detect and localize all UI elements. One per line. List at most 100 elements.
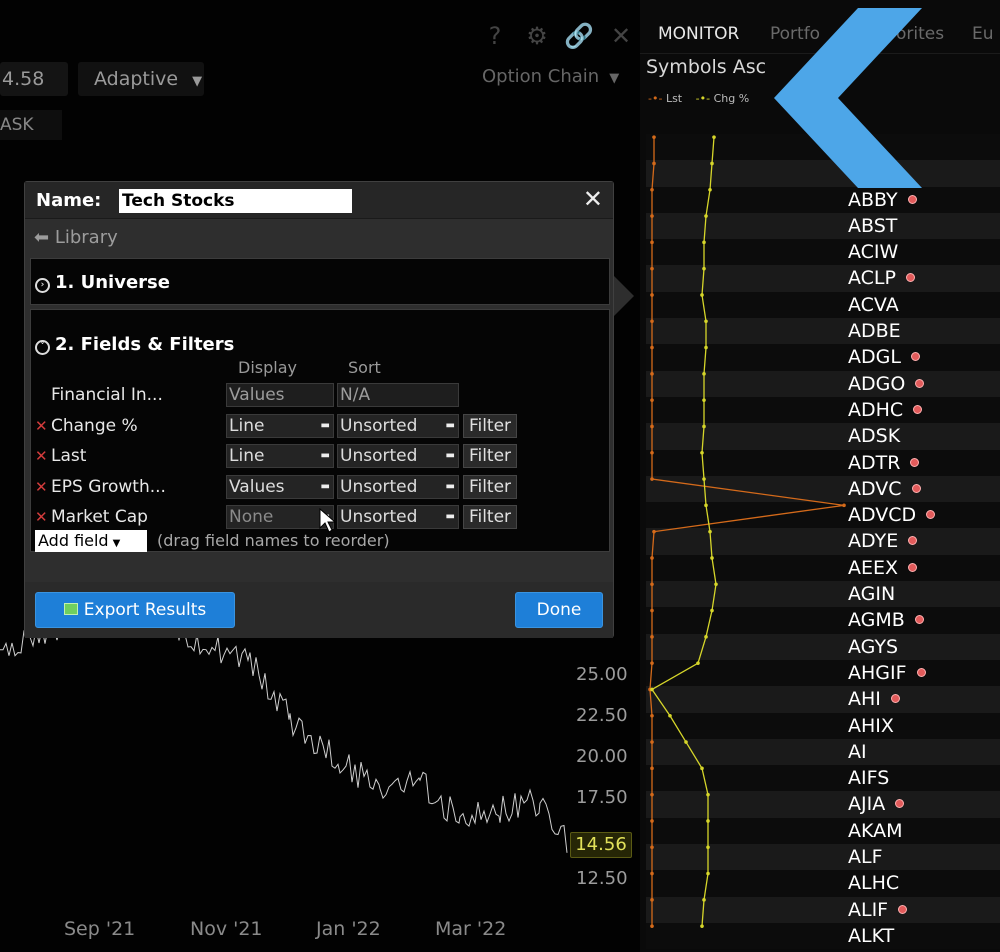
change-series-line-point bbox=[710, 161, 714, 166]
display-value: None bbox=[229, 507, 274, 527]
chevron-down-icon: ▬ bbox=[320, 450, 330, 461]
last-series-line-point bbox=[650, 819, 654, 823]
chevron-down-icon: ▬ bbox=[445, 480, 455, 492]
change-series-line-point bbox=[684, 740, 688, 744]
y-tick: 22.50 bbox=[576, 705, 628, 726]
add-field-label: Add field bbox=[38, 531, 109, 550]
remove-field-icon[interactable]: ✕ bbox=[35, 508, 48, 526]
last-series-line-point bbox=[650, 792, 654, 797]
field-row[interactable]: Financial In... Values N/A bbox=[31, 383, 611, 409]
y-tick: 17.50 bbox=[576, 787, 628, 808]
back-arrow-icon: ⬅ bbox=[34, 227, 50, 248]
change-series-line-point bbox=[702, 266, 706, 271]
last-series-line-point bbox=[842, 503, 846, 508]
sort-column-header: Sort bbox=[348, 358, 381, 377]
last-series-line-point bbox=[650, 740, 654, 744]
last-series-line-point bbox=[650, 214, 654, 218]
change-series-line-point bbox=[702, 477, 706, 481]
mouse-cursor-icon bbox=[319, 508, 337, 533]
change-series-line-point bbox=[702, 898, 706, 902]
filter-button[interactable]: Filter bbox=[463, 505, 517, 529]
field-name: Last bbox=[51, 446, 87, 466]
change-series-line-point bbox=[706, 871, 710, 876]
change-series-line-point bbox=[710, 556, 714, 560]
add-field-dropdown[interactable]: Add field ▼ bbox=[35, 530, 147, 552]
chevron-down-icon: ▼ bbox=[112, 538, 121, 549]
display-value: Values bbox=[229, 476, 285, 497]
change-series-line-point bbox=[700, 450, 704, 455]
remove-field-icon[interactable]: ✕ bbox=[35, 447, 48, 465]
help-icon[interactable]: ? bbox=[480, 22, 510, 50]
field-row[interactable]: ✕ EPS Growth... Values ▬ Unsorted ▬ Filter bbox=[31, 474, 611, 501]
last-series-line-point bbox=[650, 608, 654, 613]
universe-section[interactable]: › 1. Universe bbox=[30, 258, 610, 305]
filter-button[interactable]: Filter bbox=[463, 474, 517, 499]
remove-field-icon[interactable]: ✕ bbox=[35, 478, 48, 496]
remove-field-icon[interactable]: ✕ bbox=[35, 417, 48, 435]
section-title[interactable]: ˅ 2. Fields & Filters bbox=[35, 334, 234, 355]
change-series-line-point bbox=[696, 661, 700, 665]
close-icon[interactable]: ✕ bbox=[583, 185, 603, 213]
sort-select[interactable]: Unsorted ▬ bbox=[337, 413, 459, 438]
last-series-line-point bbox=[652, 529, 656, 534]
field-name: Change % bbox=[51, 415, 138, 436]
back-arrow-icon bbox=[774, 8, 922, 188]
ask-field[interactable]: ASK bbox=[0, 110, 62, 140]
change-series-line-point bbox=[704, 345, 708, 350]
change-series-line-point bbox=[706, 819, 710, 823]
last-series-line-point bbox=[650, 635, 654, 639]
order-type-label: Adaptive bbox=[94, 68, 179, 90]
chevron-down-icon: ▬ bbox=[320, 480, 330, 492]
filter-button[interactable]: Filter bbox=[463, 444, 517, 468]
last-series-line-point bbox=[652, 161, 656, 166]
last-series-line-point bbox=[650, 766, 654, 771]
section-title: › 1. Universe bbox=[35, 272, 170, 293]
last-price-tag: 14.56 bbox=[570, 832, 632, 858]
dialog-pointer bbox=[614, 276, 634, 316]
display-column-header: Display bbox=[238, 358, 297, 377]
x-tick: Nov '21 bbox=[190, 918, 263, 940]
x-tick: Jan '22 bbox=[316, 918, 381, 940]
display-select[interactable]: Line ▬ bbox=[226, 413, 334, 438]
sort-value: Unsorted bbox=[340, 446, 418, 466]
display-select[interactable]: Line ▬ bbox=[226, 444, 334, 468]
change-series-line-point bbox=[704, 319, 708, 324]
sort-select[interactable]: Unsorted ▬ bbox=[337, 505, 459, 529]
monitor-panel: MONITOR Portfo orites Eu Symbols Asc -•-… bbox=[640, 0, 1000, 952]
gear-icon[interactable]: ⚙ bbox=[522, 22, 552, 50]
dialog-header: Name: Tech Stocks ✕ bbox=[25, 182, 613, 219]
name-input[interactable]: Tech Stocks bbox=[119, 189, 352, 213]
price-field[interactable]: 4.58 bbox=[0, 62, 68, 96]
change-series-line-point bbox=[650, 687, 654, 692]
filter-button[interactable]: Filter bbox=[463, 413, 517, 438]
section-label: 2. Fields & Filters bbox=[55, 334, 235, 355]
last-series-line-point bbox=[650, 319, 654, 324]
last-series-line-point bbox=[650, 556, 654, 560]
sort-value: Unsorted bbox=[340, 476, 418, 497]
export-results-button[interactable]: Export Results bbox=[35, 592, 235, 628]
field-name: Market Cap bbox=[51, 507, 148, 527]
last-series-line-point bbox=[650, 187, 654, 192]
chevron-down-icon: ▼ bbox=[192, 74, 203, 89]
change-series-line-point bbox=[712, 135, 716, 139]
display-select[interactable]: Values ▬ bbox=[226, 474, 334, 499]
chevron-down-icon: ▬ bbox=[445, 511, 455, 522]
change-series-line-point bbox=[702, 372, 706, 376]
display-select: Values bbox=[226, 383, 334, 407]
library-label: Library bbox=[54, 227, 118, 248]
change-series-line-point bbox=[714, 582, 718, 587]
sort-select[interactable]: Unsorted ▬ bbox=[337, 444, 459, 468]
display-value: Values bbox=[229, 385, 285, 405]
last-series-line-point bbox=[650, 845, 654, 850]
display-select[interactable]: None▬ bbox=[226, 505, 334, 529]
sort-select[interactable]: Unsorted ▬ bbox=[337, 474, 459, 499]
last-series-line bbox=[649, 137, 845, 927]
order-type-dropdown[interactable]: Adaptive ▼ bbox=[78, 62, 204, 96]
field-row[interactable]: ✕ Change % Line ▬ Unsorted ▬ Filter bbox=[31, 413, 611, 440]
field-row[interactable]: ✕ Last Line ▬ Unsorted ▬ Filter bbox=[31, 444, 611, 470]
last-series-line-point bbox=[650, 266, 654, 271]
change-series-line-point bbox=[704, 635, 708, 639]
library-link[interactable]: ⬅ Library bbox=[34, 227, 118, 248]
done-button[interactable]: Done bbox=[515, 592, 603, 628]
last-series-line-point bbox=[650, 898, 654, 902]
